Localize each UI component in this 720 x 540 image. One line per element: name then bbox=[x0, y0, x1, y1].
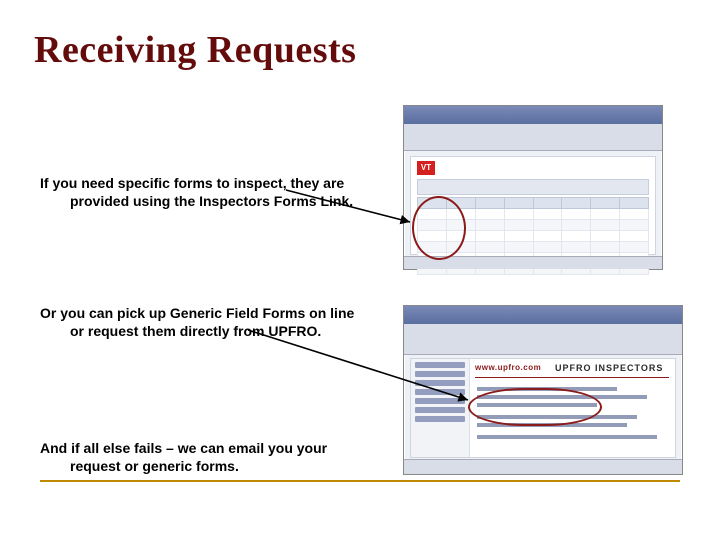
sidebar-link bbox=[415, 389, 465, 395]
sidebar-link bbox=[415, 398, 465, 404]
paragraph-3-text: And if all else fails – we can email you… bbox=[40, 439, 370, 475]
sidebar-link bbox=[415, 362, 465, 368]
text-line bbox=[477, 387, 617, 391]
status-bar bbox=[404, 459, 682, 474]
slide: Receiving Requests If you need specific … bbox=[0, 0, 720, 540]
status-bar bbox=[404, 256, 662, 269]
paragraph-1: If you need specific forms to inspect, t… bbox=[40, 160, 370, 210]
page-heading: UPFRO INSPECTORS bbox=[555, 363, 663, 373]
sidebar bbox=[411, 359, 470, 457]
sidebar-link bbox=[415, 371, 465, 377]
screenshot-upfro-inspectors: www.upfro.com UPFRO INSPECTORS bbox=[403, 305, 683, 475]
site-brand: www.upfro.com bbox=[475, 363, 541, 372]
paragraph-3: And if all else fails – we can email you… bbox=[40, 425, 370, 475]
footer-rule bbox=[40, 480, 680, 482]
slide-title: Receiving Requests bbox=[34, 28, 686, 72]
page-body: VT bbox=[410, 156, 656, 255]
heading-rule bbox=[475, 377, 669, 378]
paragraph-2-text: Or you can pick up Generic Field Forms o… bbox=[40, 304, 370, 340]
table-header-bar bbox=[417, 179, 649, 195]
sidebar-link bbox=[415, 416, 465, 422]
vt-logo: VT bbox=[417, 161, 435, 175]
sidebar-link bbox=[415, 407, 465, 413]
paragraph-2: Or you can pick up Generic Field Forms o… bbox=[40, 290, 370, 340]
screenshot-inspectors-forms: VT bbox=[403, 105, 663, 270]
paragraph-1-text: If you need specific forms to inspect, t… bbox=[40, 174, 370, 210]
text-line bbox=[477, 415, 637, 419]
browser-chrome bbox=[404, 306, 682, 355]
page-body: www.upfro.com UPFRO INSPECTORS bbox=[410, 358, 676, 458]
text-line bbox=[477, 403, 597, 407]
text-line bbox=[477, 423, 627, 427]
main-panel: www.upfro.com UPFRO INSPECTORS bbox=[469, 359, 675, 457]
text-line bbox=[477, 435, 657, 439]
sidebar-link bbox=[415, 380, 465, 386]
browser-chrome bbox=[404, 106, 662, 151]
text-line bbox=[477, 395, 647, 399]
